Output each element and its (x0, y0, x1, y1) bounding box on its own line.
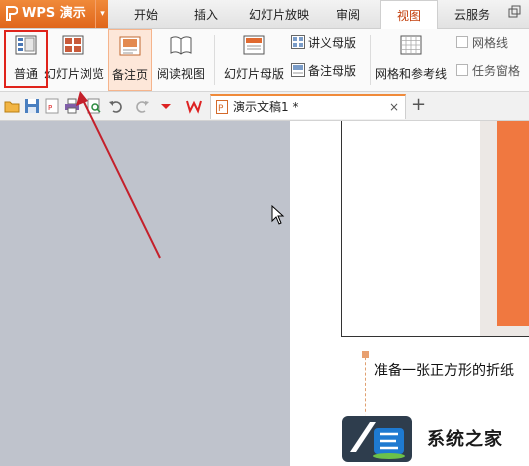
save-icon[interactable] (24, 98, 40, 114)
slide-master-label: 幻灯片母版 (223, 67, 284, 81)
notes-page-button[interactable]: 备注页 (108, 29, 152, 91)
close-tab-icon[interactable]: × (389, 96, 399, 118)
notes-master-label: 备注母版 (308, 64, 357, 78)
ribbon-view: 普通 幻灯片浏览 备注页 阅读视图 幻灯片母版 讲义母版 备注母版 网格和参考线… (0, 29, 529, 92)
window-controls (497, 0, 529, 28)
slide-image-orange (497, 121, 529, 326)
slide-browse-label: 幻灯片浏览 (44, 67, 105, 81)
mouse-cursor-icon (271, 205, 285, 225)
tab-home[interactable]: 开始 (118, 0, 174, 28)
handout-master-button[interactable]: 讲义母版 (291, 33, 356, 53)
app-menu-dropdown-icon[interactable]: ▾ (95, 0, 109, 28)
tab-cloud[interactable]: 云服务 (444, 0, 500, 28)
export-pdf-icon[interactable]: P (44, 98, 60, 114)
open-folder-icon[interactable] (4, 98, 20, 114)
tab-insert[interactable]: 插入 (178, 0, 234, 28)
tab-review[interactable]: 审阅 (322, 0, 374, 28)
watermark-text: 系统之家 (427, 429, 503, 450)
presentation-doc-icon: P (216, 100, 228, 114)
handout-master-icon (291, 35, 305, 49)
tab-view[interactable]: 视图 (380, 0, 438, 30)
ribbon-separator (370, 35, 371, 85)
notes-text: 准备一张正方形的折纸 (374, 363, 514, 379)
grid-icon (400, 35, 422, 55)
notes-page-label: 备注页 (111, 68, 148, 82)
reading-view-label: 阅读视图 (156, 67, 205, 81)
svg-text:P: P (48, 104, 52, 112)
redo-icon[interactable] (134, 98, 150, 114)
app-menu-button[interactable]: WPS 演示 ▾ (0, 0, 108, 28)
task-pane-label: 任务窗格 (472, 64, 521, 78)
svg-text:P: P (218, 104, 224, 114)
document-tab-name: 演示文稿1 * (233, 100, 299, 114)
customize-toolbar-icon[interactable] (158, 98, 174, 114)
handout-master-label: 讲义母版 (308, 36, 357, 50)
grid-guides-button[interactable]: 网格和参考线 (374, 29, 448, 91)
tab-slideshow[interactable]: 幻灯片放映 (240, 0, 318, 28)
notes-master-icon (291, 63, 305, 77)
print-preview-icon[interactable] (86, 98, 102, 114)
app-title: WPS 演示 (22, 6, 86, 21)
slide-browse-button[interactable]: 幻灯片浏览 (44, 29, 105, 91)
quick-access-toolbar: P P 演示文稿1 * × + (0, 92, 529, 121)
reading-view-button[interactable]: 阅读视图 (156, 29, 206, 91)
slide-master-icon (243, 35, 265, 55)
slide-sorter-icon (62, 35, 84, 55)
gridlines-label: 网格线 (472, 36, 509, 50)
slide-master-button[interactable]: 幻灯片母版 (222, 29, 286, 91)
restore-icon[interactable] (497, 0, 529, 28)
gridlines-checkbox-box[interactable] (456, 36, 468, 48)
wps-w-icon[interactable] (186, 98, 202, 114)
reading-view-icon (170, 36, 192, 55)
undo-icon[interactable] (108, 98, 124, 114)
notes-box-handle[interactable] (362, 351, 369, 358)
highlight-box-normal (4, 30, 48, 88)
print-icon[interactable] (64, 98, 80, 114)
notes-master-button[interactable]: 备注母版 (291, 61, 356, 81)
gridlines-checkbox[interactable]: 网格线 (456, 33, 508, 53)
menu-tab-bar: WPS 演示 ▾ 开始 插入 幻灯片放映 审阅 视图 云服务 (0, 0, 529, 30)
wps-logo-icon (6, 6, 18, 21)
ribbon-separator (214, 35, 215, 85)
grid-guides-label: 网格和参考线 (374, 67, 447, 81)
task-pane-checkbox[interactable]: 任务窗格 (456, 61, 520, 81)
document-tab[interactable]: P 演示文稿1 * × (210, 94, 406, 119)
new-tab-icon[interactable]: + (411, 92, 426, 118)
task-pane-checkbox-box[interactable] (456, 64, 468, 76)
notes-page-icon (119, 36, 141, 56)
workspace-background (0, 121, 290, 466)
